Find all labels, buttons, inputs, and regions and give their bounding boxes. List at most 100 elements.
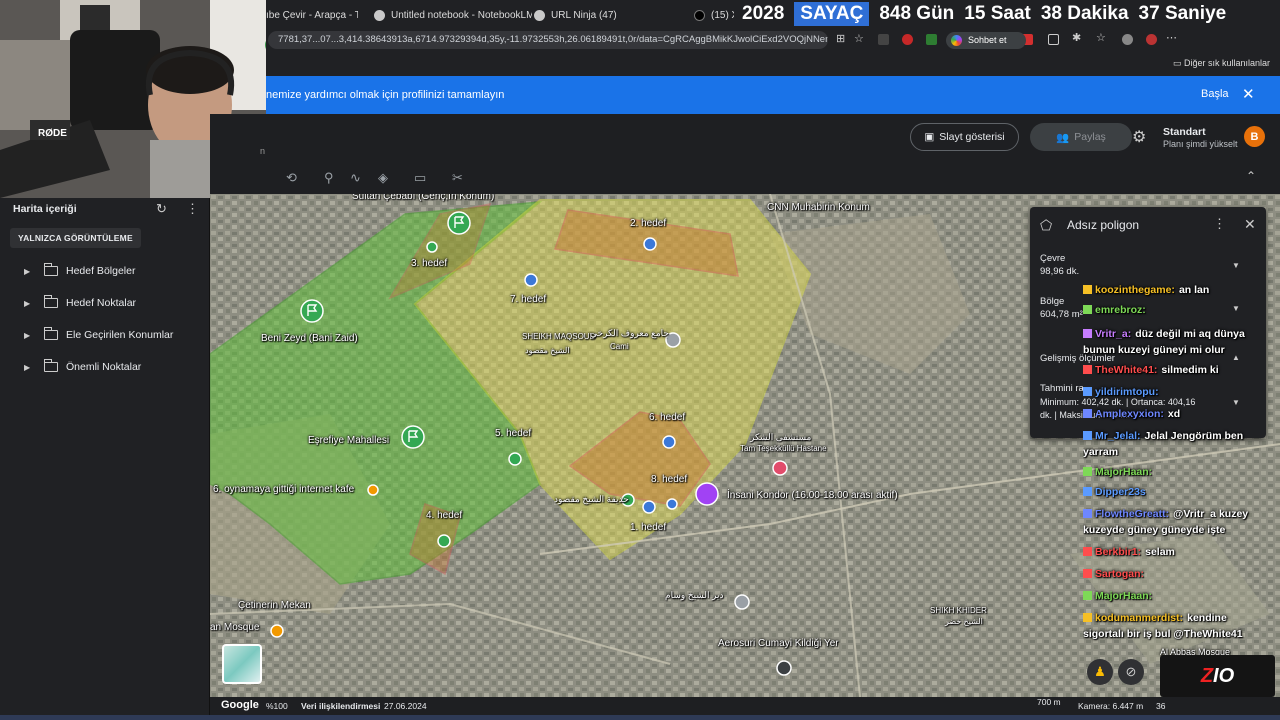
chevron-right-icon[interactable]: ▶ [24,363,38,372]
refresh-icon[interactable]: ↻ [156,201,167,217]
map-label: 7. hedef [510,294,547,305]
menu-icon[interactable]: ⋮ [1213,216,1226,232]
map-label: 2. hedef [630,218,667,229]
ruler-icon[interactable]: ▭ [414,170,426,186]
url-field[interactable]: 7781,37...07...3,414.38643913a,6714.9732… [268,31,828,49]
avatar[interactable] [1146,34,1157,45]
tab-translate[interactable]: ıbe Çevir - Arapça - T✕ [266,4,358,26]
cafe-pin[interactable] [367,484,379,496]
path-icon[interactable]: ∿ [350,170,361,186]
stream-chat-overlay: koozinthegame: an lan emrebroz: Vritr_a: düz… [1083,282,1280,662]
close-icon[interactable]: ✕ [1242,85,1255,103]
chevron-down-icon[interactable]: ▼ [1232,261,1240,270]
sidebar-icon[interactable] [1048,34,1059,45]
chat-text: an lan [1178,284,1210,296]
map-label: SHEIKH MAQSOUD [522,332,596,341]
cetin-pin[interactable] [270,624,284,638]
countdown-minutes: 38 Dakika [1040,3,1129,24]
green-pin[interactable] [508,452,522,466]
chat-username: FlowtheGreatt: [1095,508,1170,520]
install-icon[interactable]: ⊞ [836,32,847,45]
star-icon[interactable]: ☆ [854,32,865,45]
area-value: 604,78 m² [1040,309,1083,320]
close-icon[interactable]: ✕ [1244,216,1256,233]
zoom-level: %100 [266,701,288,711]
flag-pin[interactable] [300,299,324,323]
extensions-puzzle-icon[interactable]: ✱ [1072,31,1083,44]
folder-hedef-bolgeler[interactable]: ▶ Hedef Bölgeler [0,257,210,285]
tab-url-ninja[interactable]: URL Ninja (47)✕ [534,4,682,26]
pin-7-hedef[interactable] [524,273,538,287]
extension-icon[interactable] [926,34,937,45]
chat-message: MajorHaan: [1083,588,1280,604]
tab-label: (15) X [711,9,734,21]
map-label: SHIKH KHIDER [930,606,987,615]
slideshow-button[interactable]: ▣ Slayt gösterisi [910,123,1019,151]
chat-username: MajorHaan: [1095,590,1153,602]
chat-message: yarram [1083,444,1280,460]
flag-pin[interactable] [401,425,425,449]
green-pin[interactable] [437,534,451,548]
extension-icon[interactable] [902,34,913,45]
flag-pin[interactable] [447,211,471,235]
pin-2-hedef[interactable] [643,237,657,251]
chat-badge-icon [1083,431,1092,440]
folder-label: Ele Geçirilen Konumlar [66,329,174,341]
banner-start-button[interactable]: Başla [1201,88,1229,100]
more-icon[interactable]: ⋯ [1166,31,1177,44]
view-only-chip[interactable]: YALNIZCA GÖRÜNTÜLEME [10,228,141,248]
map-label: الشيخ مقصود [525,346,570,355]
folder-onemli-noktalar[interactable]: ▶ Önemli Noktalar [0,353,210,381]
chat-username: Sartogan: [1095,568,1145,580]
estimate-label: Tahmini ra [1040,383,1084,394]
chevron-right-icon[interactable]: ▶ [24,267,38,276]
undo-icon[interactable]: ⟲ [286,170,297,186]
map-label: 1. hedef [630,522,667,533]
mosque-pin[interactable] [734,594,750,610]
plan-upgrade: Planı şimdi yükselt [1163,139,1238,149]
imagery-date: 27.06.2024 [384,701,427,711]
avatar[interactable]: B [1244,126,1265,147]
gear-icon[interactable]: ⚙ [1132,127,1146,147]
pin-extra[interactable] [666,498,678,510]
chat-username: kodumanmerdist: [1095,612,1184,624]
map-status-bar: %100 Veri ilişkilendirmesi 27.06.2024 70… [210,697,1280,715]
chat-badge-icon [1083,569,1092,578]
x-logo-icon [694,9,705,21]
chat-text: sigortalı bir iş bul @TheWhite41 [1083,628,1243,640]
chat-username: yildirimtopu: [1095,386,1159,398]
profile-icon[interactable] [1122,34,1133,45]
pin-1-hedef[interactable] [642,500,656,514]
folder-ele-gecirilen[interactable]: ▶ Ele Geçirilen Konumlar [0,321,210,349]
plan-info[interactable]: Standart Planı şimdi yükselt [1163,126,1238,151]
chevron-right-icon[interactable]: ▶ [24,299,38,308]
polygon-icon[interactable]: ◈ [378,170,388,186]
chat-message: koozinthegame: an lan [1083,282,1280,298]
countdown-year: 2028 [742,3,785,24]
kondor-pin[interactable] [695,482,719,506]
hospital-pin[interactable] [772,460,788,476]
pin-icon[interactable]: ⚲ [324,170,334,186]
share-icon: 👥 [1056,131,1070,144]
bookmarks-folder[interactable]: ▭ Diğer sık kullanılanlar [1173,58,1270,69]
bookmark-star-icon[interactable]: ☆ [1096,31,1107,44]
chat-button[interactable]: Sohbet et [946,32,1026,49]
extension-icon[interactable] [878,34,889,45]
tab-x[interactable]: (15) X [694,4,734,26]
pegman-icon[interactable]: ♟ [1087,659,1113,685]
compass-icon[interactable]: ⊘ [1118,659,1144,685]
folder-hedef-noktalar[interactable]: ▶ Hedef Noktalar [0,289,210,317]
chevron-right-icon[interactable]: ▶ [24,331,38,340]
pin-6-hedef[interactable] [662,435,676,449]
star-pin[interactable] [776,660,792,676]
measure-icon[interactable]: ✂ [452,170,463,186]
tab-notebooklm[interactable]: Untitled notebook - NotebookLM✕ [374,4,532,26]
layer-thumbnail[interactable] [222,644,262,684]
green-pin[interactable] [426,241,438,253]
chat-badge-icon [1083,467,1092,476]
data-attribution-link[interactable]: Veri ilişkilendirmesi [301,701,380,711]
menu-icon[interactable]: ⋮ [186,201,199,217]
panel-title[interactable]: Adsız poligon [1067,218,1139,232]
share-button[interactable]: 👥 Paylaş [1030,123,1132,151]
chevron-up-icon[interactable]: ⌃ [1246,169,1256,183]
